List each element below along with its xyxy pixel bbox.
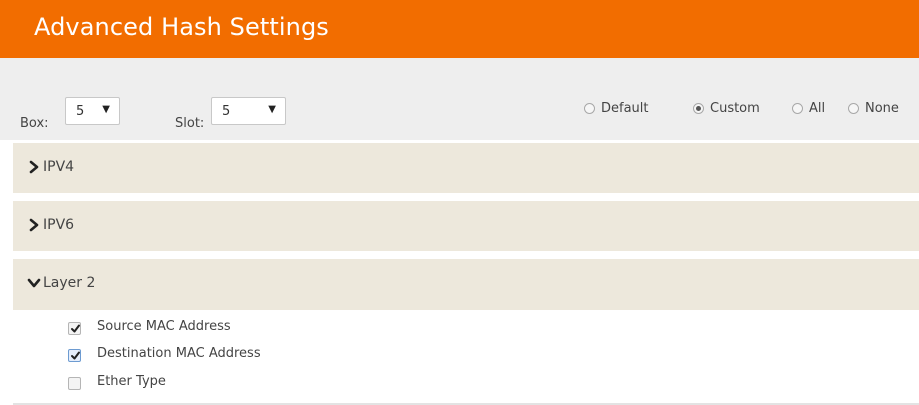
page-header: Advanced Hash Settings xyxy=(0,0,919,58)
filter-toolbar xyxy=(0,58,919,140)
box-label: Box: xyxy=(20,116,49,131)
radio-default[interactable]: Default xyxy=(584,101,674,119)
radio-all-indicator xyxy=(792,103,803,114)
chevron-down-icon: ▼ xyxy=(268,104,276,115)
radio-none-indicator xyxy=(848,103,859,114)
chevron-right-icon xyxy=(29,218,39,232)
radio-all[interactable]: All xyxy=(792,101,832,119)
destination-mac-label: Destination MAC Address xyxy=(97,346,261,361)
section-layer2-label: Layer 2 xyxy=(43,275,96,291)
section-ipv4-label: IPV4 xyxy=(43,159,75,175)
radio-custom-indicator xyxy=(693,103,704,114)
slot-select-value: 5 xyxy=(222,104,231,119)
section-ipv4[interactable]: IPV4 xyxy=(13,143,919,193)
section-layer2[interactable]: Layer 2 xyxy=(13,259,919,310)
ether-type-checkbox[interactable] xyxy=(68,377,81,390)
chevron-right-icon xyxy=(29,160,39,174)
checkmark-icon xyxy=(71,324,80,333)
chevron-down-icon xyxy=(27,278,41,288)
radio-none-label: None xyxy=(865,101,899,116)
radio-default-label: Default xyxy=(601,101,649,116)
box-select-value: 5 xyxy=(76,104,85,119)
source-mac-label: Source MAC Address xyxy=(97,319,231,334)
box-select[interactable]: 5 ▼ xyxy=(65,97,120,125)
layer2-options: Source MAC Address Destination MAC Addre… xyxy=(13,310,919,405)
radio-all-label: All xyxy=(809,101,826,116)
section-ipv6-label: IPV6 xyxy=(43,217,75,233)
slot-label: Slot: xyxy=(175,116,205,131)
checkmark-icon xyxy=(71,351,80,360)
page-title: Advanced Hash Settings xyxy=(34,13,329,41)
slot-select[interactable]: 5 ▼ xyxy=(211,97,286,125)
radio-none[interactable]: None xyxy=(848,101,918,119)
source-mac-checkbox[interactable] xyxy=(68,322,81,335)
radio-default-indicator xyxy=(584,103,595,114)
chevron-down-icon: ▼ xyxy=(102,104,110,115)
ether-type-label: Ether Type xyxy=(97,374,166,389)
section-ipv6[interactable]: IPV6 xyxy=(13,201,919,251)
destination-mac-checkbox[interactable] xyxy=(68,349,81,362)
radio-custom-label: Custom xyxy=(710,101,760,116)
radio-custom[interactable]: Custom xyxy=(693,101,783,119)
